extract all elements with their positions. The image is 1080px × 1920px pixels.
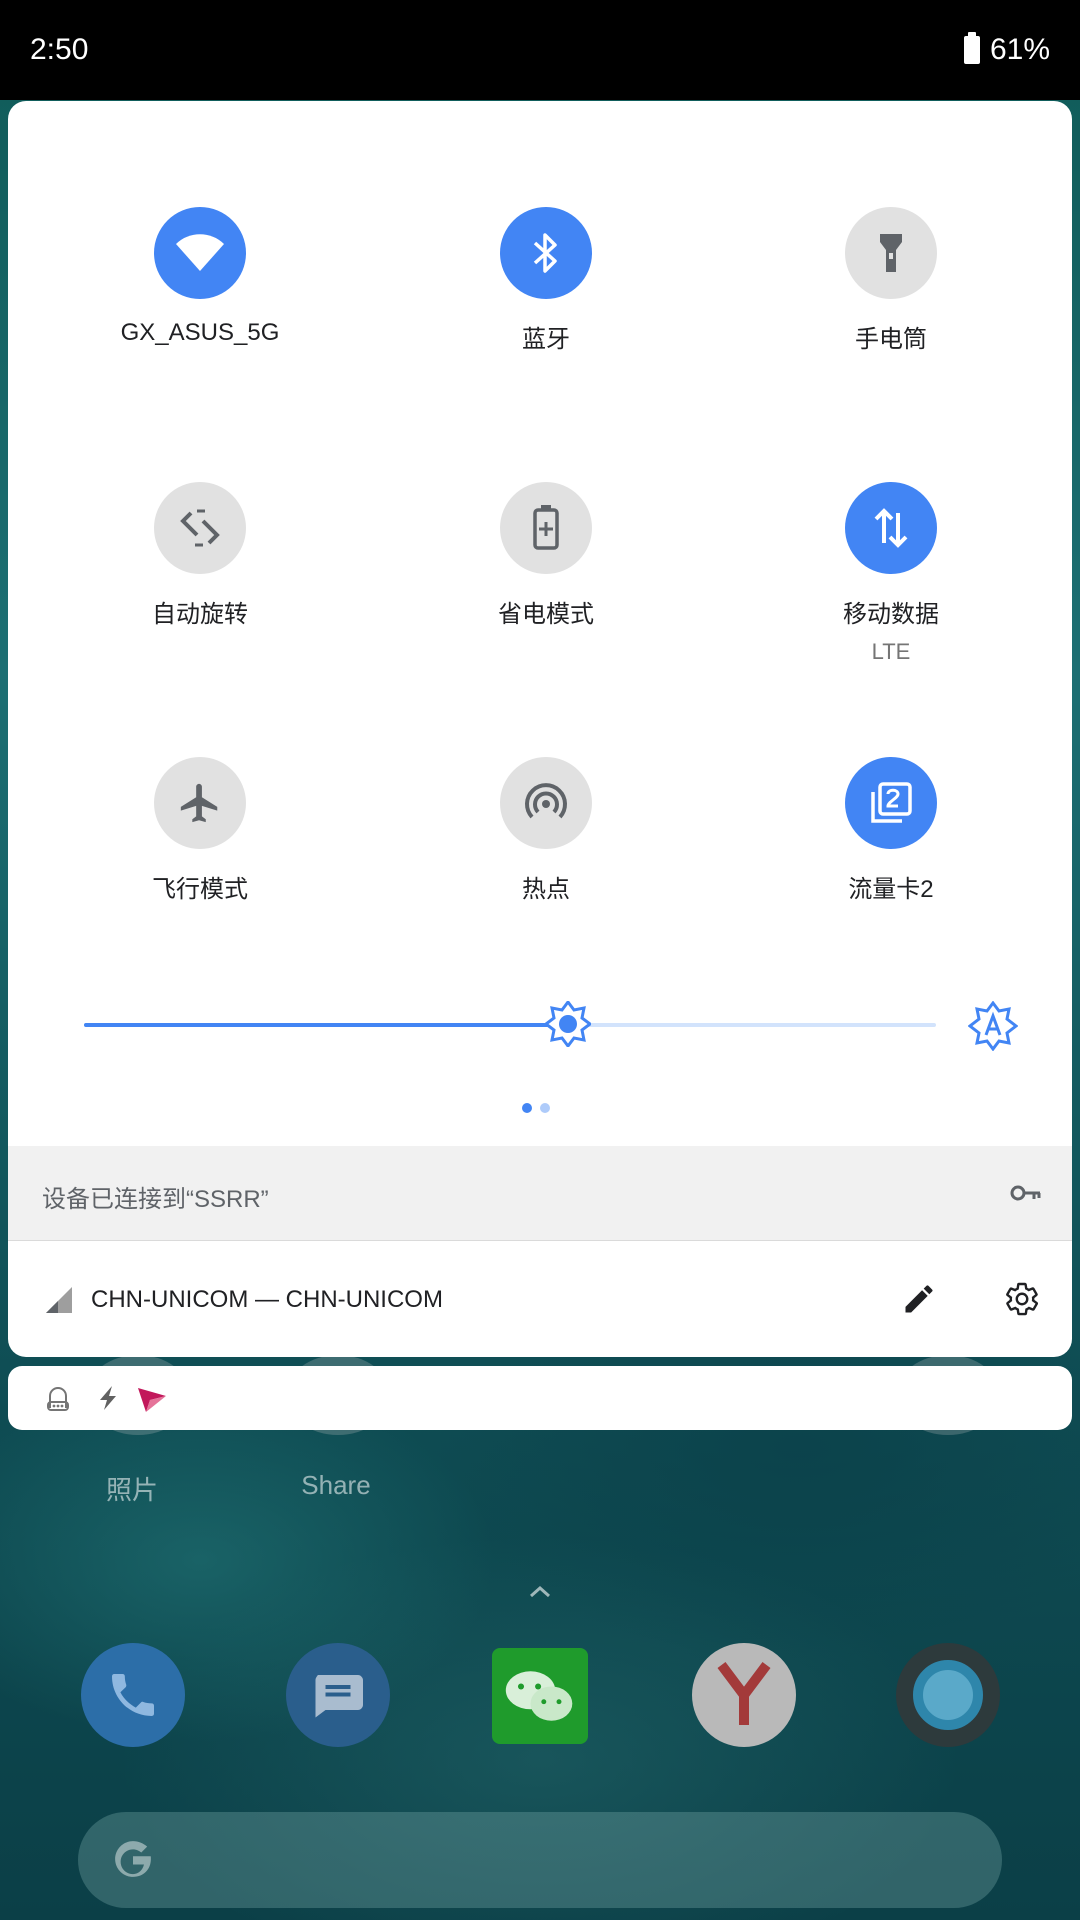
wechat-icon[interactable] bbox=[492, 1648, 588, 1744]
google-g-icon bbox=[115, 1841, 153, 1877]
wifi-icon[interactable] bbox=[154, 207, 246, 299]
vpn-key-icon bbox=[1010, 1185, 1041, 1201]
tile-hotspot[interactable]: 热点 bbox=[396, 757, 696, 904]
tile-label[interactable]: 省电模式 bbox=[396, 594, 696, 629]
tile-battery-saver[interactable]: 省电模式 bbox=[396, 482, 696, 629]
messages-icon[interactable] bbox=[286, 1643, 390, 1747]
phone-icon[interactable] bbox=[81, 1643, 185, 1747]
tile-label[interactable]: 手电筒 bbox=[741, 319, 1041, 354]
flashlight-icon[interactable] bbox=[845, 207, 937, 299]
carrier-name: CHN-UNICOM — CHN-UNICOM bbox=[91, 1286, 443, 1313]
tile-label[interactable]: 热点 bbox=[396, 869, 696, 904]
battery-saver-icon[interactable] bbox=[500, 482, 592, 574]
signal-icon bbox=[46, 1287, 72, 1313]
page-dot bbox=[540, 1103, 550, 1113]
settings-gear-icon[interactable] bbox=[1004, 1281, 1040, 1317]
tile-label[interactable]: 移动数据 bbox=[741, 594, 1041, 629]
tile-label[interactable]: 自动旋转 bbox=[50, 594, 350, 629]
page-dot-active bbox=[522, 1103, 532, 1113]
bluetooth-icon[interactable] bbox=[500, 207, 592, 299]
tile-label[interactable]: GX_ASUS_5G bbox=[50, 319, 350, 347]
mobile-data-icon[interactable] bbox=[845, 482, 937, 574]
battery-icon bbox=[963, 32, 980, 64]
status-bar: 2:50 61% bbox=[0, 0, 1080, 100]
tile-label[interactable]: 蓝牙 bbox=[396, 319, 696, 354]
tile-flashlight[interactable]: 手电筒 bbox=[741, 207, 1041, 354]
notification-strip[interactable] bbox=[8, 1366, 1072, 1430]
quick-settings-panel: GX_ASUS_5G 蓝牙 手电筒 自动旋转 省电模式 移动数据 LTE 飞行模… bbox=[8, 101, 1072, 1357]
auto-rotate-icon[interactable] bbox=[154, 482, 246, 574]
hotspot-icon[interactable] bbox=[500, 757, 592, 849]
home-label-photos[interactable]: 照片 bbox=[52, 1470, 212, 1507]
tile-wifi[interactable]: GX_ASUS_5G bbox=[50, 207, 350, 347]
airplane-icon[interactable] bbox=[154, 757, 246, 849]
tile-sim-2[interactable]: 流量卡2 bbox=[741, 757, 1041, 904]
brightness-thumb-icon[interactable] bbox=[544, 1001, 591, 1047]
carrier-row: CHN-UNICOM — CHN-UNICOM bbox=[8, 1241, 1072, 1357]
robot-notification-icon bbox=[47, 1387, 69, 1411]
status-right: 61% bbox=[963, 32, 1050, 67]
google-search-bar[interactable] bbox=[78, 1812, 1002, 1908]
browser-ring-icon[interactable] bbox=[896, 1643, 1000, 1747]
vpn-status-text: 设备已连接到“SSRR” bbox=[42, 1186, 269, 1213]
brightness-slider[interactable] bbox=[84, 1001, 936, 1047]
brightness-fill bbox=[84, 1023, 568, 1027]
tile-mobile-data[interactable]: 移动数据 LTE bbox=[741, 482, 1041, 665]
auto-brightness-icon[interactable] bbox=[968, 1001, 1018, 1051]
flash-notification-icon bbox=[100, 1386, 116, 1410]
status-time: 2:50 bbox=[30, 33, 89, 66]
vpn-status-bar[interactable]: 设备已连接到“SSRR” bbox=[8, 1146, 1072, 1241]
paper-plane-notification-icon bbox=[138, 1388, 166, 1412]
tile-airplane[interactable]: 飞行模式 bbox=[50, 757, 350, 904]
app-drawer-arrow-icon[interactable] bbox=[525, 1582, 555, 1602]
edit-pencil-icon[interactable] bbox=[901, 1281, 937, 1317]
yandex-icon[interactable] bbox=[692, 1643, 796, 1747]
tile-sublabel: LTE bbox=[871, 639, 911, 664]
sim-card-2-icon[interactable] bbox=[845, 757, 937, 849]
tile-label[interactable]: 流量卡2 bbox=[741, 869, 1041, 904]
tile-bluetooth[interactable]: 蓝牙 bbox=[396, 207, 696, 354]
tile-label[interactable]: 飞行模式 bbox=[50, 869, 350, 904]
battery-percent: 61% bbox=[989, 33, 1050, 66]
home-label-share[interactable]: Share bbox=[256, 1470, 416, 1501]
tile-auto-rotate[interactable]: 自动旋转 bbox=[50, 482, 350, 629]
page-indicator bbox=[522, 1103, 550, 1113]
